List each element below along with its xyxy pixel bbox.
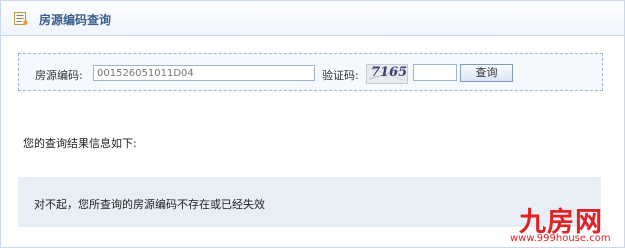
search-form: 房源编码: 验证码: 7165 查询 — [18, 53, 603, 91]
page-title: 房源编码查询 — [39, 13, 112, 27]
watermark-url: www.999house.com — [510, 233, 611, 244]
captcha-input[interactable] — [413, 64, 457, 81]
captcha-text: 7165 — [371, 65, 408, 80]
document-list-icon — [14, 12, 28, 25]
query-button[interactable]: 查询 — [460, 64, 513, 82]
house-code-input[interactable] — [93, 65, 315, 81]
result-intro-text: 您的查询结果信息如下: — [23, 137, 137, 150]
captcha-label: 验证码: — [322, 69, 359, 82]
result-message: 对不起，您所查询的房源编码不存在或已经失效 — [34, 198, 265, 211]
house-code-label: 房源编码: — [35, 69, 83, 82]
panel-header: 房源编码查询 — [1, 1, 624, 36]
watermark: 九房网 www.999house.com — [505, 200, 625, 248]
captcha-image[interactable]: 7165 — [366, 64, 408, 84]
